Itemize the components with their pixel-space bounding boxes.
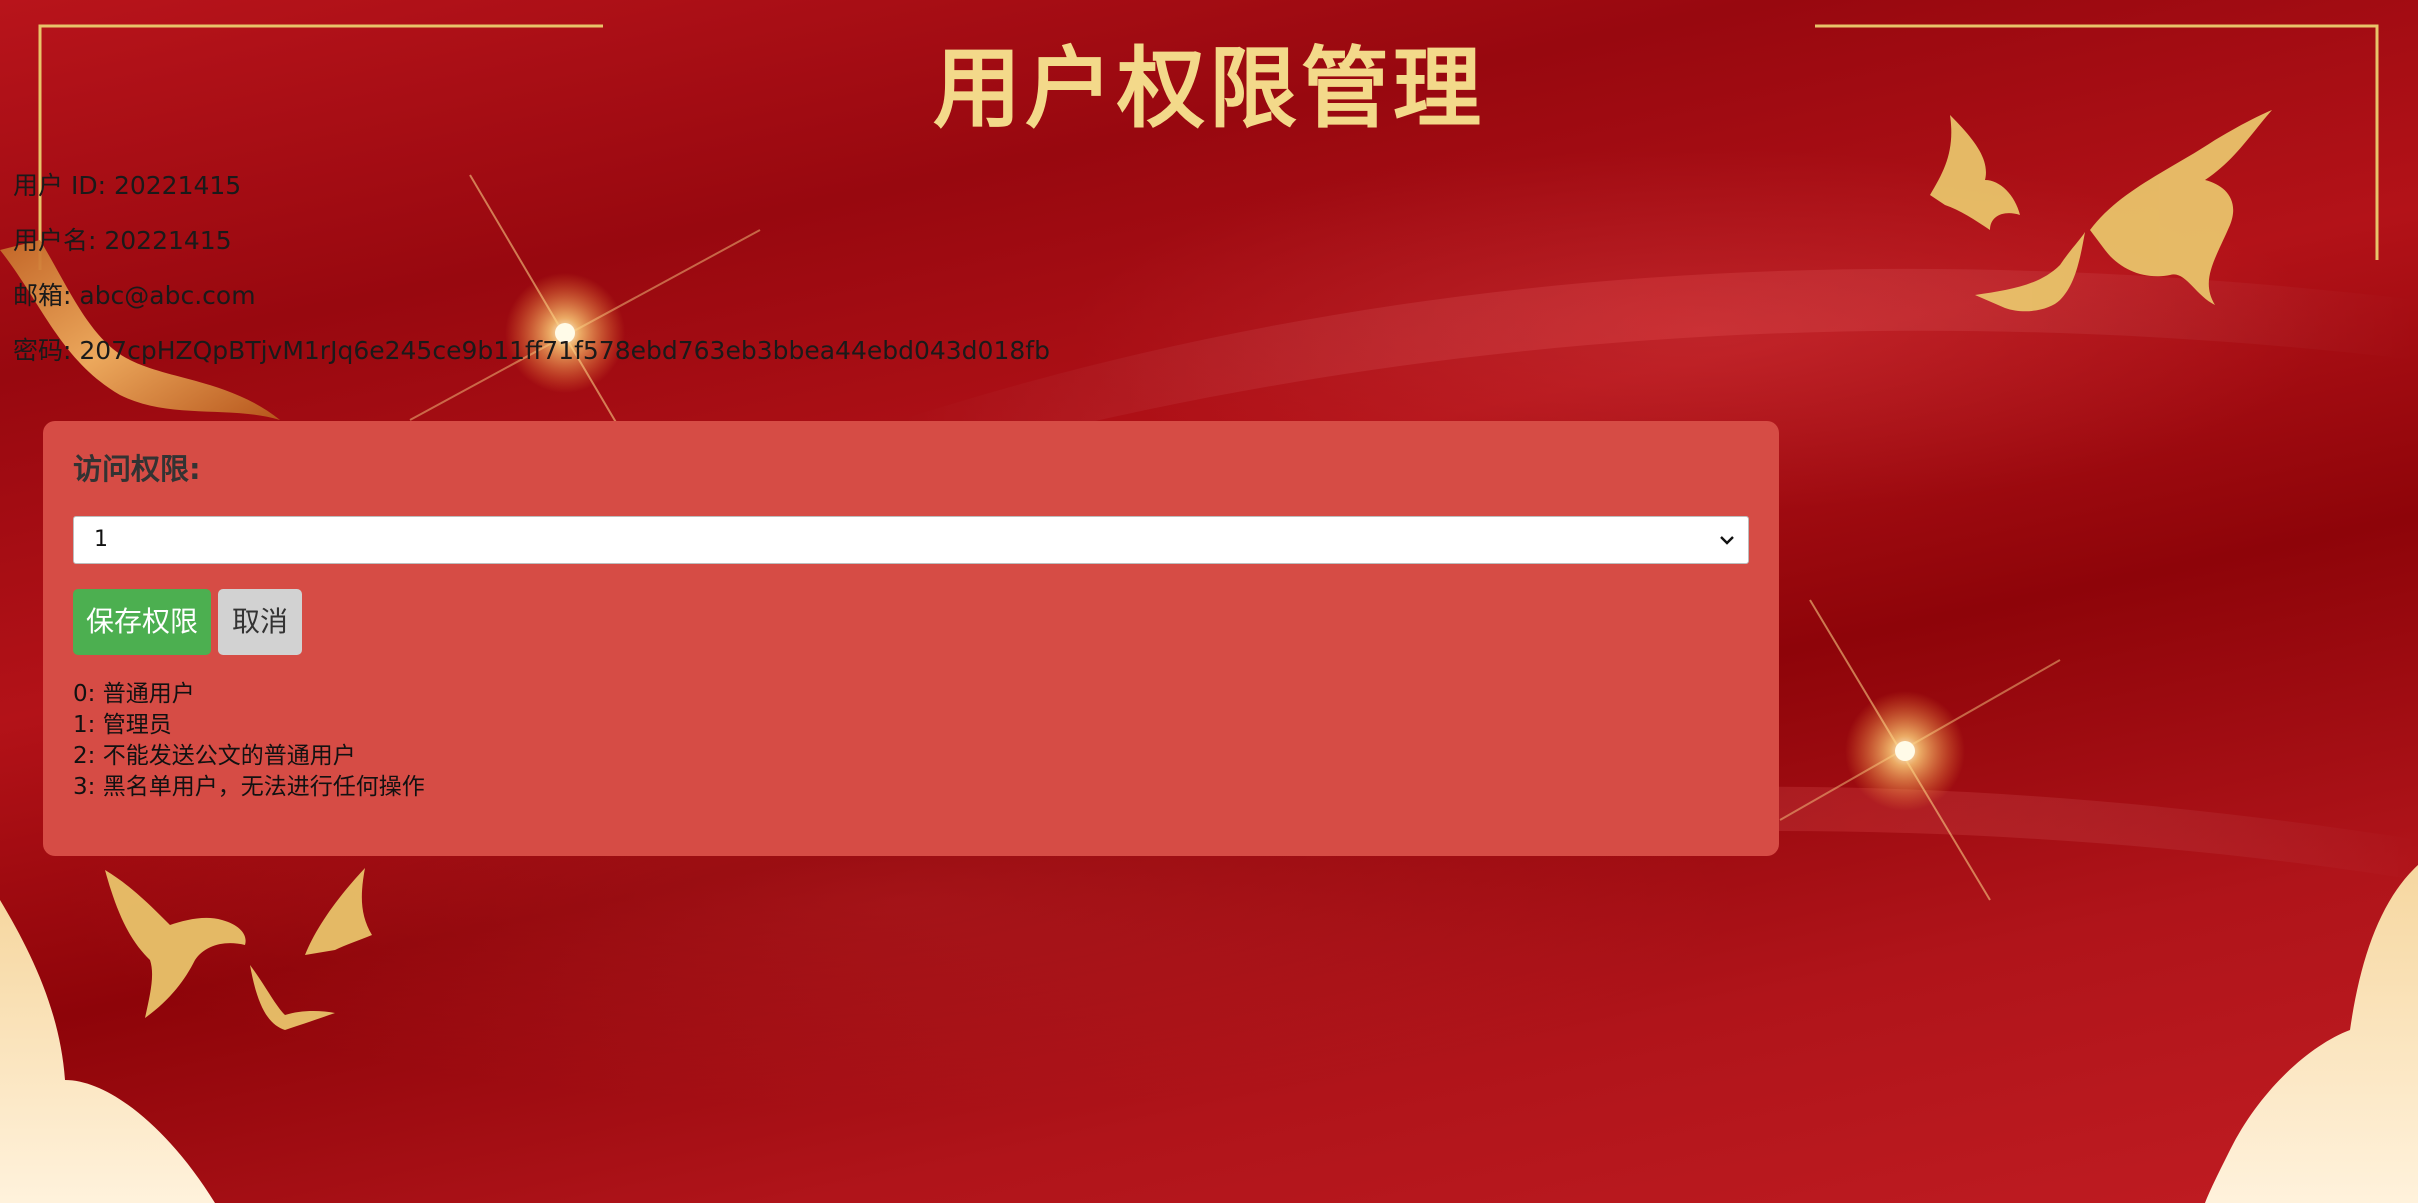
legend-item: 1: 管理员 [73, 712, 172, 738]
legend-item: 3: 黑名单用户，无法进行任何操作 [73, 774, 425, 800]
permission-select[interactable]: 1 [73, 516, 1749, 564]
ribbon-decoration [0, 240, 280, 420]
legend-item: 2: 不能发送公文的普通用户 [73, 743, 356, 769]
permission-legend: 0: 普通用户 1: 管理员 2: 不能发送公文的普通用户 3: 黑名单用户，无… [73, 679, 425, 803]
page-background: 用户权限管理 用户 ID: 20221415 用户名: 20221415 邮箱:… [0, 0, 2418, 1203]
doves-bottom-left [105, 868, 372, 1030]
cloud-bottom-right [2205, 865, 2418, 1203]
cancel-button[interactable]: 取消 [218, 589, 302, 655]
save-permission-button[interactable]: 保存权限 [73, 589, 211, 655]
permission-panel: 访问权限: 1 保存权限 取消 0: 普通用户 1: 管理员 2: 不能发送公文… [43, 421, 1779, 856]
access-permission-label: 访问权限: [73, 452, 201, 486]
chevron-down-icon [1720, 536, 1734, 545]
legend-item: 0: 普通用户 [73, 681, 195, 707]
flare-2 [1779, 599, 2061, 901]
password-line: 密码: 207cpHZQpBTjvM1rJq6e245ce9b11ff71f57… [13, 336, 1050, 365]
page-title: 用户权限管理 [932, 37, 1485, 140]
user-id-line: 用户 ID: 20221415 [13, 171, 242, 200]
email-line: 邮箱: abc@abc.com [13, 281, 256, 310]
permission-select-value: 1 [94, 527, 108, 552]
username-line: 用户名: 20221415 [13, 226, 232, 255]
